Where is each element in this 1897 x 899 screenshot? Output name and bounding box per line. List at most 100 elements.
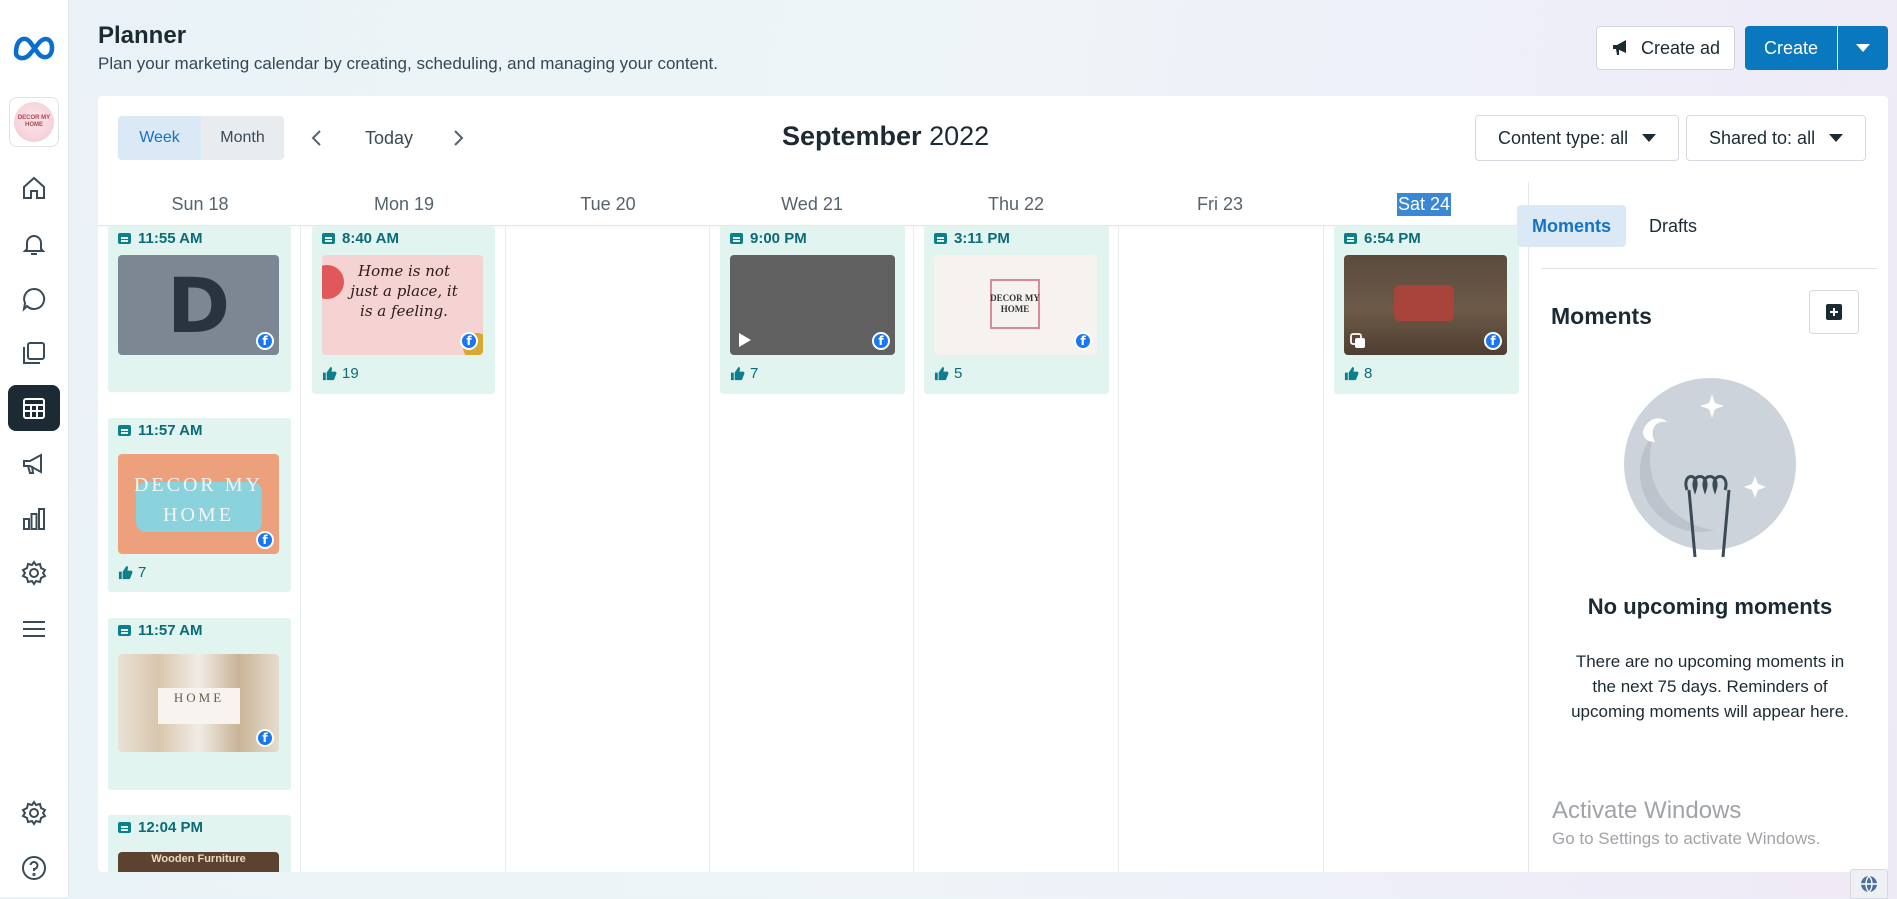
shared-to-filter[interactable]: Shared to: all	[1686, 115, 1867, 161]
nav-bottom-settings[interactable]	[8, 790, 60, 836]
post-thumbnail: DECOR MY HOME f	[934, 255, 1097, 355]
content-type-filter[interactable]: Content type: all	[1475, 115, 1680, 161]
activate-windows-watermark: Activate Windows Go to Settings to activ…	[1552, 797, 1820, 849]
settings-icon	[21, 560, 47, 586]
post-card[interactable]: 8:40 AM Home is not just a place, it is …	[312, 226, 495, 394]
day-label: Tue 20	[580, 193, 636, 214]
insights-icon	[23, 508, 45, 530]
post-time: 3:11 PM	[954, 230, 1010, 247]
empty-state-text: There are no upcoming moments in the nex…	[1571, 652, 1849, 721]
column-divider	[1323, 226, 1324, 872]
language-button[interactable]	[1850, 869, 1888, 899]
add-icon	[1826, 304, 1842, 320]
decor-blob	[322, 265, 344, 299]
post-time: 9:00 PM	[750, 230, 807, 247]
left-nav: DECOR MY HOME	[0, 0, 69, 897]
nav-ads[interactable]	[8, 441, 60, 487]
nav-inbox[interactable]	[8, 276, 60, 322]
create-button[interactable]: Create	[1745, 26, 1837, 70]
post-icon	[118, 425, 131, 436]
post-icon	[934, 233, 947, 244]
nav-home[interactable]	[8, 165, 60, 211]
post-icon	[118, 822, 131, 833]
nav-content[interactable]	[8, 330, 60, 376]
page-avatar[interactable]: DECOR MY HOME	[9, 97, 59, 147]
lightbulb-illustration	[1624, 378, 1796, 558]
help-icon	[22, 856, 46, 880]
day-header-sat[interactable]: Sat 24	[1322, 182, 1526, 226]
day-header-thu[interactable]: Thu 22	[914, 182, 1118, 226]
like-icon	[1344, 366, 1359, 381]
post-thumbnail: Home is not just a place, it is a feelin…	[322, 255, 483, 355]
nav-insights[interactable]	[8, 496, 60, 542]
week-view-button[interactable]: Week	[118, 116, 201, 160]
post-thumbnail: f	[730, 255, 895, 355]
post-likes: 7	[730, 365, 758, 382]
like-icon	[322, 366, 337, 381]
post-thumbnail: Wooden Furniture	[118, 852, 279, 872]
facebook-icon: f	[256, 332, 274, 350]
nav-settings[interactable]	[8, 550, 60, 596]
likes-count: 7	[138, 564, 147, 581]
column-divider	[913, 226, 914, 872]
nav-help[interactable]	[8, 845, 60, 891]
tabs-underline	[1541, 268, 1877, 269]
day-header-tue[interactable]: Tue 20	[506, 182, 710, 226]
create-dropdown-button[interactable]	[1838, 26, 1888, 70]
tab-moments[interactable]: Moments	[1517, 205, 1627, 247]
bell-icon	[22, 235, 46, 255]
menu-icon	[23, 621, 45, 637]
post-time: 11:55 AM	[138, 230, 203, 247]
day-header-wed[interactable]: Wed 21	[710, 182, 914, 226]
facebook-icon: f	[256, 531, 274, 549]
chevron-down-icon	[1829, 134, 1844, 142]
meta-logo-icon[interactable]	[10, 26, 58, 66]
nav-menu[interactable]	[8, 606, 60, 652]
content-type-filter-label: Content type: all	[1498, 127, 1629, 148]
month-view-button[interactable]: Month	[201, 116, 284, 160]
post-card[interactable]: 11:57 AM HOME f	[108, 618, 291, 790]
chevron-down-icon	[1642, 134, 1657, 142]
post-likes: 7	[118, 564, 146, 581]
month-name: September	[782, 121, 922, 151]
post-icon	[1344, 233, 1357, 244]
chevron-right-icon[interactable]	[451, 128, 465, 148]
day-header-sun[interactable]: Sun 18	[98, 182, 302, 226]
likes-count: 8	[1364, 365, 1373, 382]
tab-drafts[interactable]: Drafts	[1634, 205, 1712, 247]
day-header-fri[interactable]: Fri 23	[1118, 182, 1322, 226]
post-card[interactable]: 12:04 PM Wooden Furniture	[108, 815, 291, 872]
thumbnail-quote: Home is not just a place, it is a feelin…	[350, 262, 458, 320]
day-label: Fri 23	[1196, 193, 1243, 214]
post-thumbnail: f	[1344, 255, 1507, 355]
create-ad-button[interactable]: Create ad	[1596, 26, 1735, 70]
day-header-mon[interactable]: Mon 19	[302, 182, 506, 226]
column-divider	[505, 226, 506, 872]
watermark-line-1: Activate Windows	[1552, 797, 1742, 824]
like-icon	[934, 366, 949, 381]
add-moment-button[interactable]	[1809, 290, 1859, 334]
post-card[interactable]: 3:11 PM DECOR MY HOME f 5	[924, 226, 1109, 394]
create-ad-label: Create ad	[1640, 37, 1721, 58]
nav-notifications[interactable]	[8, 221, 60, 267]
watermark-line-2: Go to Settings to activate Windows.	[1552, 829, 1821, 848]
likes-count: 19	[342, 365, 359, 382]
chevron-left-icon[interactable]	[310, 128, 324, 148]
post-card[interactable]: 9:00 PM f 7	[720, 226, 905, 394]
today-button[interactable]: Today	[365, 128, 413, 149]
globe-icon	[1861, 875, 1877, 893]
post-card[interactable]: 6:54 PM f 8	[1334, 226, 1519, 394]
post-card[interactable]: 11:55 AM D f	[108, 226, 291, 392]
nav-planner[interactable]	[8, 385, 60, 431]
view-toggle: Week Month	[118, 116, 284, 160]
post-card[interactable]: 11:57 AM DECOR MY HOME f 7	[108, 418, 291, 592]
column-divider	[709, 226, 710, 872]
shared-to-filter-label: Shared to: all	[1709, 127, 1816, 148]
megaphone-icon	[1612, 40, 1626, 55]
month-title: September 2022	[782, 121, 989, 152]
post-likes: 19	[322, 365, 359, 382]
settings-icon	[21, 800, 47, 826]
post-icon	[730, 233, 743, 244]
chevron-down-icon	[1856, 44, 1870, 52]
thumbnail-letter: D	[166, 260, 231, 350]
